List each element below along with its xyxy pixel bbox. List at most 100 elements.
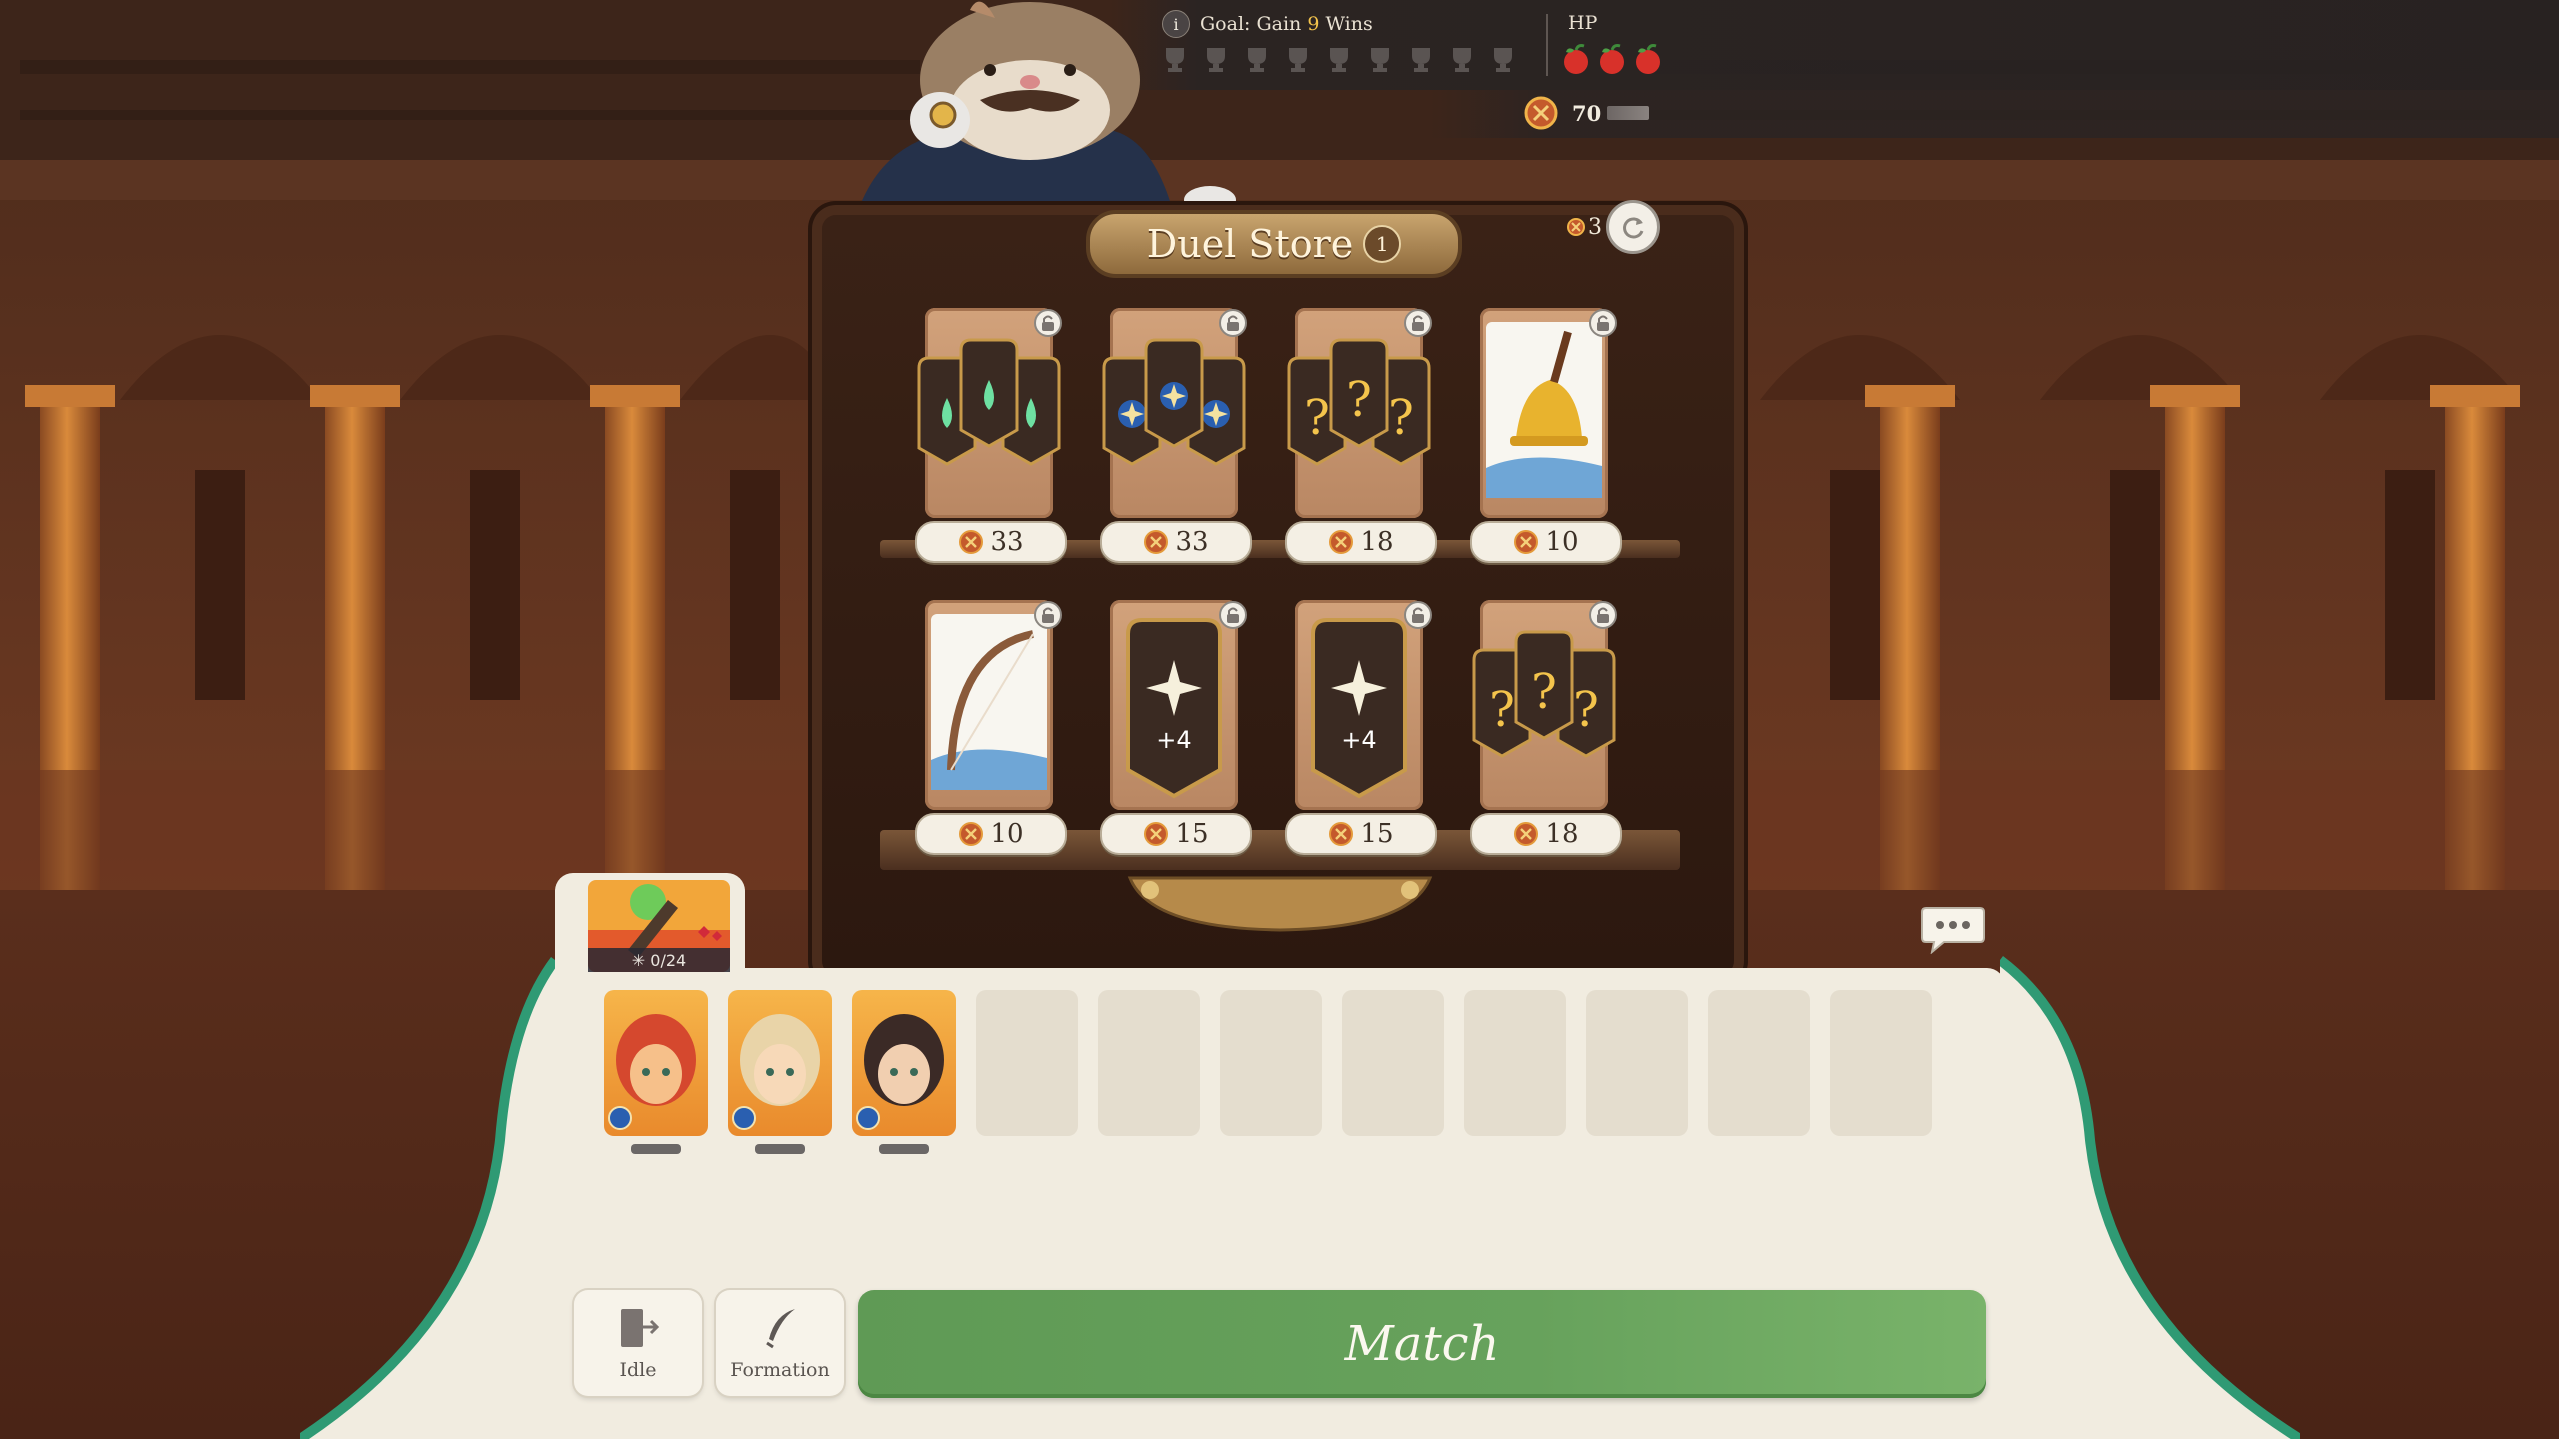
coin-icon xyxy=(1144,822,1169,846)
lock-icon[interactable] xyxy=(1218,600,1248,630)
coin-bar xyxy=(1607,106,1650,120)
empty-hero-slot[interactable] xyxy=(1586,990,1688,1136)
store-item-bow[interactable]: 10 xyxy=(915,600,1067,855)
coin-icon xyxy=(1329,822,1354,846)
hp-apple-icon xyxy=(1600,44,1624,74)
empty-hero-slot[interactable] xyxy=(1830,990,1932,1136)
hero-portrait xyxy=(856,1014,944,1130)
svg-text:+4: +4 xyxy=(1156,726,1191,754)
store-level-badge: 1 xyxy=(1363,225,1402,263)
svg-text:?: ? xyxy=(1346,372,1372,428)
empty-hero-slot[interactable] xyxy=(1464,990,1566,1136)
formation-button[interactable]: Formation xyxy=(716,1290,844,1396)
lock-icon[interactable] xyxy=(1033,308,1063,338)
trophy-icon xyxy=(1412,48,1430,72)
shopkeeper-hamster xyxy=(850,1,1236,240)
price-tag: 18 xyxy=(1285,521,1437,563)
lock-icon[interactable] xyxy=(1218,308,1248,338)
svg-text:?: ? xyxy=(1489,682,1515,738)
price-tag: 33 xyxy=(915,521,1067,563)
coin-balance: 70 xyxy=(1524,96,1650,130)
team-roster xyxy=(604,990,1932,1154)
empty-hero-slot[interactable] xyxy=(1220,990,1322,1136)
idle-button[interactable]: Idle xyxy=(574,1290,702,1396)
hero-blonde-ears[interactable] xyxy=(728,990,832,1136)
hero-portrait xyxy=(608,1014,696,1130)
hero-red-hair[interactable] xyxy=(604,990,708,1136)
hero-slot[interactable] xyxy=(852,990,956,1154)
trophy-icon xyxy=(1330,48,1348,72)
price-value: 15 xyxy=(1360,819,1394,849)
refresh-cost: 3 xyxy=(1566,215,1602,240)
empty-hero-slot[interactable] xyxy=(1098,990,1200,1136)
store-item-bell[interactable]: 10 xyxy=(1470,308,1622,563)
store-title-plaque: Duel Store 1 xyxy=(1086,210,1462,278)
bell-art xyxy=(1486,322,1602,498)
lock-icon[interactable] xyxy=(1403,600,1433,630)
price-value: 18 xyxy=(1545,819,1579,849)
price-value: 18 xyxy=(1360,527,1394,557)
panel-curl-right xyxy=(2000,956,2300,1439)
price-value: 15 xyxy=(1175,819,1209,849)
coin-icon xyxy=(959,530,984,554)
panel-curl-left xyxy=(300,957,560,1439)
three-mystery-card-pack-art: ??? xyxy=(1287,338,1431,466)
three-star-emblem-pack-art xyxy=(1102,338,1246,466)
trophy-icon xyxy=(1494,48,1512,72)
hero-dark-braid[interactable] xyxy=(852,990,956,1136)
hp-label: HP xyxy=(1568,12,1598,34)
refresh-button[interactable] xyxy=(1606,200,1660,254)
lock-icon[interactable] xyxy=(1033,600,1063,630)
empty-hero-slot[interactable] xyxy=(976,990,1078,1136)
hero-slot[interactable] xyxy=(604,990,708,1154)
svg-text:?: ? xyxy=(1388,390,1414,446)
hero-portrait xyxy=(732,1014,820,1130)
hero-level-bar xyxy=(755,1144,805,1154)
store-item-three-star-emblem-pack[interactable]: 33 xyxy=(1100,308,1252,563)
refresh-store: 3 xyxy=(1566,200,1660,254)
store-item-plus-four-badge[interactable]: +4 15 xyxy=(1285,600,1437,855)
hero-slot[interactable] xyxy=(728,990,832,1154)
store-title: Duel Store xyxy=(1146,222,1354,266)
hp-apple-icon xyxy=(1564,44,1588,74)
store-item-three-nature-emblem-pack[interactable]: 33 xyxy=(915,308,1067,563)
price-value: 10 xyxy=(1545,527,1579,557)
refresh-icon xyxy=(1623,217,1644,239)
chat-icon[interactable] xyxy=(1920,902,1986,954)
price-tag: 15 xyxy=(1100,813,1252,855)
empty-hero-slot[interactable] xyxy=(1342,990,1444,1136)
hp-apple-icon xyxy=(1636,44,1660,74)
trophy-icon xyxy=(1289,48,1307,72)
lock-icon[interactable] xyxy=(1588,600,1618,630)
svg-text:?: ? xyxy=(1304,390,1330,446)
price-tag: 10 xyxy=(1470,521,1622,563)
cabinet-ornament xyxy=(1127,876,1433,932)
three-nature-emblem-pack-art xyxy=(917,338,1061,466)
svg-text:?: ? xyxy=(1573,682,1599,738)
lock-icon[interactable] xyxy=(1588,308,1618,338)
trophy-icon xyxy=(1453,48,1471,72)
price-tag: 33 xyxy=(1100,521,1252,563)
coin-icon xyxy=(1514,530,1539,554)
price-value: 10 xyxy=(990,819,1024,849)
coin-icon xyxy=(1144,530,1169,554)
lock-icon[interactable] xyxy=(1403,308,1433,338)
empty-hero-slot[interactable] xyxy=(1708,990,1810,1136)
coin-icon xyxy=(1567,218,1585,236)
match-button[interactable]: Match xyxy=(858,1290,1986,1398)
team-counter: ✳ 0/24 xyxy=(588,948,730,972)
coin-icon xyxy=(959,822,984,846)
store-item-three-mystery-card-pack[interactable]: ??? 18 xyxy=(1470,600,1622,855)
plus-four-badge-art: +4 xyxy=(1311,618,1407,799)
coin-icon xyxy=(1524,96,1558,130)
trophy-icon xyxy=(1371,48,1389,72)
coin-value: 70 xyxy=(1572,100,1602,126)
price-tag: 15 xyxy=(1285,813,1437,855)
quill-icon xyxy=(766,1309,795,1349)
store-item-plus-four-badge[interactable]: +4 15 xyxy=(1100,600,1252,855)
store-item-three-mystery-card-pack[interactable]: ??? 18 xyxy=(1285,308,1437,563)
price-value: 33 xyxy=(1175,527,1209,557)
hero-level-bar xyxy=(879,1144,929,1154)
hud-divider xyxy=(1546,14,1548,76)
plus-four-badge-art: +4 xyxy=(1126,618,1222,799)
